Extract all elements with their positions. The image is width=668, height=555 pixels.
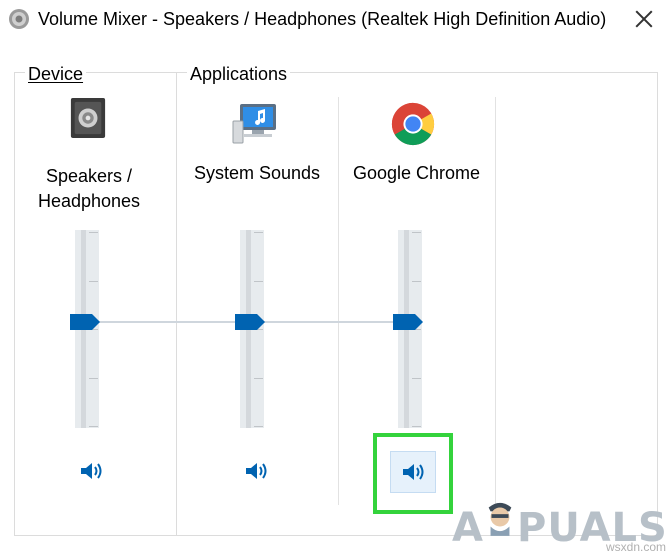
title-bar: Volume Mixer - Speakers / Headphones (Re… xyxy=(0,0,668,40)
google-chrome-volume-thumb[interactable] xyxy=(393,314,423,330)
device-label-line2: Headphones xyxy=(37,191,141,211)
speaker-device-icon xyxy=(70,98,106,138)
close-icon[interactable] xyxy=(628,4,660,34)
speaker-icon xyxy=(9,9,29,29)
speaker-volume-icon xyxy=(246,463,267,479)
column-divider xyxy=(495,97,496,505)
system-sounds-mute-button[interactable] xyxy=(241,456,271,486)
google-chrome-mute-button[interactable] xyxy=(390,451,436,493)
system-sounds-icon xyxy=(232,104,276,144)
mascot-icon xyxy=(488,502,512,536)
applications-group-label: Applications xyxy=(187,64,291,85)
device-label-line1: Speakers / xyxy=(45,166,133,186)
window-title: Volume Mixer - Speakers / Headphones (Re… xyxy=(38,9,607,29)
device-label: Speakers / Headphones xyxy=(16,164,162,214)
watermark-letter-a: A xyxy=(452,505,484,551)
system-sounds-volume-thumb[interactable] xyxy=(235,314,265,330)
source-tag: wsxdn.com xyxy=(606,540,667,554)
device-mute-button[interactable] xyxy=(76,456,106,486)
column-divider xyxy=(338,97,339,505)
speaker-volume-icon xyxy=(403,464,424,480)
device-volume-thumb[interactable] xyxy=(70,314,100,330)
system-sounds-label: System Sounds xyxy=(193,163,321,183)
google-chrome-label: Google Chrome xyxy=(352,163,481,183)
device-group-label: Device xyxy=(25,64,87,85)
chrome-icon xyxy=(391,102,435,146)
speaker-volume-icon xyxy=(81,463,102,479)
